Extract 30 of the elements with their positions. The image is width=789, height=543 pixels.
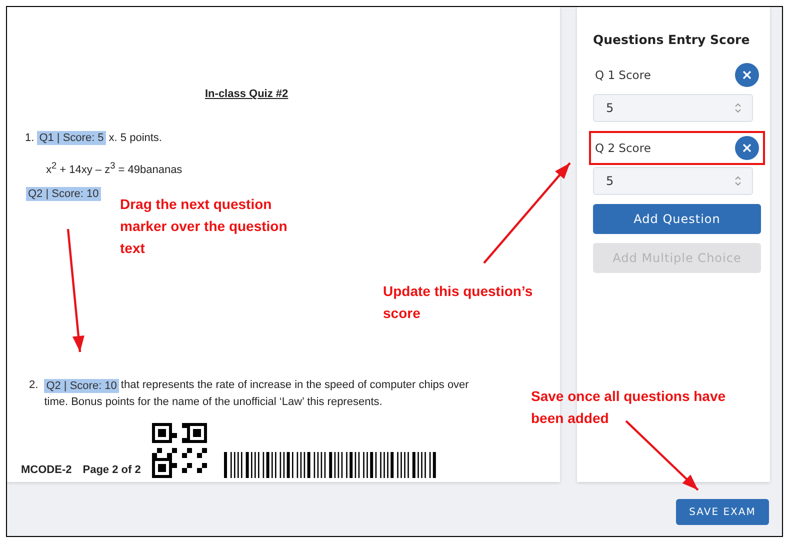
add-question-button[interactable]: Add Question	[593, 204, 761, 234]
annotation-text: Update this question’s score	[383, 282, 534, 323]
close-icon	[742, 70, 752, 80]
annotation-text: Save once all questions have been added	[531, 387, 727, 428]
score-label: Q 2 Score	[595, 141, 651, 155]
score-label: Q 1 Score	[595, 68, 651, 82]
question-text: time. Bonus points for the name of the unofficial ‘Law’ this represents.	[44, 396, 384, 408]
panel-title: Questions Entry Score	[593, 32, 751, 47]
question-marker[interactable]: Q2 | Score: 10	[44, 379, 119, 393]
quiz-title: In-class Quiz #2	[205, 88, 288, 100]
equation: x$^{2}$ + 14xy – z$^{3}$ = 49bananas	[46, 164, 182, 176]
score-field[interactable]: 5	[593, 94, 753, 122]
close-button[interactable]	[735, 136, 759, 160]
qr-code-icon	[152, 423, 207, 478]
exam-code: MCODE-2	[21, 464, 72, 476]
spinner-icon[interactable]	[734, 102, 742, 114]
question-number: 1.	[25, 132, 34, 144]
page-number: Page 2 of 2	[82, 464, 141, 476]
question-text: that represents the rate of increase in the speed of computer chips over	[120, 379, 469, 393]
spinner-icon[interactable]	[734, 175, 742, 187]
save-exam-button[interactable]: SAVE EXAM	[676, 499, 769, 525]
close-icon	[742, 143, 752, 153]
close-button[interactable]	[735, 63, 759, 87]
question-marker[interactable]: Q1 | Score: 5	[37, 131, 106, 145]
annotation-text: Drag the next question marker over the question text	[120, 195, 288, 258]
score-field[interactable]: 5	[593, 167, 753, 195]
question-number: 2.	[29, 379, 38, 393]
question-text: x. 5 points.	[108, 132, 162, 144]
question-marker[interactable]: Q2 | Score: 10	[26, 187, 101, 201]
barcode-icon	[224, 452, 436, 478]
